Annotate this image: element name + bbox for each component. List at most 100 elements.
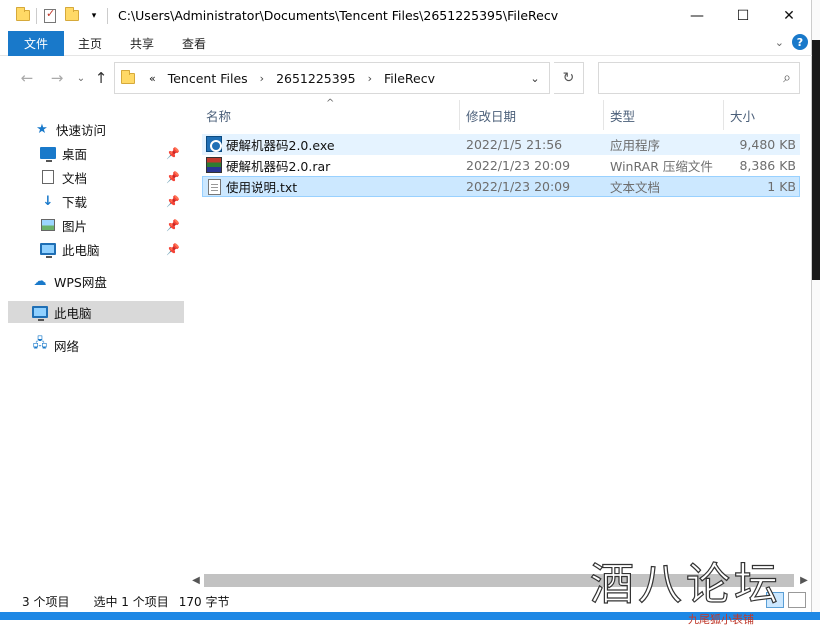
file-name: 使用说明.txt xyxy=(226,180,298,195)
navigation-bar: ← → ⌄ ↑ « Tencent Files › 2651225395 › F… xyxy=(0,62,812,94)
rar-icon xyxy=(206,157,222,173)
tab-home[interactable]: 主页 xyxy=(64,31,116,56)
nav-quick-access[interactable]: ★ 快速访问 xyxy=(34,118,184,140)
help-icon[interactable]: ? xyxy=(792,34,808,50)
column-header-size[interactable]: 大小 xyxy=(726,100,802,130)
customize-toolbar-chevron-icon[interactable]: ▾ xyxy=(83,5,105,27)
new-folder-icon[interactable] xyxy=(61,5,83,27)
file-row[interactable]: 硬解机器码2.0.exe 2022/1/5 21:56 应用程序 9,480 K… xyxy=(202,134,800,155)
pin-icon[interactable]: 📌 xyxy=(166,171,180,184)
file-date: 2022/1/23 20:09 xyxy=(466,179,571,194)
picture-icon xyxy=(40,218,56,232)
file-name: 硬解机器码2.0.exe xyxy=(226,138,335,153)
title-bar: ▾ C:\Users\Administrator\Documents\Tence… xyxy=(0,0,812,31)
file-date: 2022/1/23 20:09 xyxy=(466,158,571,173)
nav-item-label: 网络 xyxy=(54,338,80,354)
scroll-right-icon[interactable]: ▶ xyxy=(796,572,812,589)
recent-locations-chevron-icon[interactable]: ⌄ xyxy=(70,67,92,89)
file-type: 文本文档 xyxy=(610,180,661,195)
breadcrumb-overflow[interactable]: « xyxy=(149,72,156,85)
column-header-date[interactable]: 修改日期 xyxy=(462,100,604,130)
nav-item-label: 桌面 xyxy=(62,146,88,162)
file-size: 1 KB xyxy=(767,179,796,194)
back-arrow-icon[interactable]: ← xyxy=(16,67,38,89)
nav-wps-cloud[interactable]: ☁ WPS网盘 xyxy=(32,270,184,292)
refresh-icon[interactable]: ↻ xyxy=(554,62,584,94)
file-row-selected[interactable]: 使用说明.txt 2022/1/23 20:09 文本文档 1 KB xyxy=(202,176,800,197)
up-arrow-icon[interactable]: ↑ xyxy=(90,67,112,89)
tab-file[interactable]: 文件 xyxy=(8,30,64,56)
column-headers: ^ 名称 修改日期 类型 大小 xyxy=(202,98,802,130)
file-type: 应用程序 xyxy=(610,138,661,153)
column-header-type[interactable]: 类型 xyxy=(606,100,724,130)
network-icon: 🖧 xyxy=(32,336,48,351)
computer-icon xyxy=(40,242,56,258)
nav-downloads[interactable]: ↓ 下载 📌 xyxy=(40,190,184,212)
minimize-button[interactable]: — xyxy=(674,0,720,31)
computer-icon xyxy=(32,305,48,321)
window-title: C:\Users\Administrator\Documents\Tencent… xyxy=(118,8,559,23)
forward-arrow-icon[interactable]: → xyxy=(46,67,68,89)
download-icon: ↓ xyxy=(42,193,54,209)
breadcrumb-filerecv[interactable]: FileRecv xyxy=(384,71,435,86)
txt-icon xyxy=(208,179,221,195)
column-header-name[interactable]: 名称 xyxy=(202,100,460,130)
large-icons-view-icon[interactable] xyxy=(788,592,806,608)
file-type: WinRAR 压缩文件 xyxy=(610,159,713,174)
breadcrumb-account[interactable]: 2651225395 xyxy=(276,71,356,86)
file-size: 9,480 KB xyxy=(739,137,796,152)
breadcrumb-tencent-files[interactable]: Tencent Files xyxy=(168,71,248,86)
breadcrumb-separator-icon[interactable]: › xyxy=(260,72,264,85)
expand-ribbon-chevron-icon[interactable]: ⌄ xyxy=(775,36,784,49)
tab-share[interactable]: 共享 xyxy=(116,31,168,56)
nav-documents[interactable]: 文档 📌 xyxy=(40,166,184,188)
document-icon xyxy=(40,170,56,184)
ribbon-tabs: 文件 主页 共享 查看 ⌄ ? xyxy=(0,30,812,56)
nav-item-label: 此电脑 xyxy=(62,242,100,258)
divider xyxy=(107,7,108,24)
folder-icon xyxy=(12,5,34,27)
selected-count: 选中 1 个项目 xyxy=(93,594,169,609)
pin-icon[interactable]: 📌 xyxy=(166,147,180,160)
background-window-edge xyxy=(812,0,820,620)
maximize-button[interactable]: ☐ xyxy=(720,0,766,31)
divider xyxy=(36,7,37,24)
item-count: 3 个项目 xyxy=(22,594,70,609)
nav-desktop[interactable]: 桌面 📌 xyxy=(40,142,184,164)
breadcrumb-separator-icon[interactable]: › xyxy=(368,72,372,85)
pin-icon[interactable]: 📌 xyxy=(166,195,180,208)
tab-view[interactable]: 查看 xyxy=(168,31,220,56)
watermark: 酒八论坛 xyxy=(589,558,782,610)
nav-pictures[interactable]: 图片 📌 xyxy=(40,214,184,236)
pin-icon[interactable]: 📌 xyxy=(166,243,180,256)
properties-icon[interactable] xyxy=(39,5,61,27)
nav-item-label: 此电脑 xyxy=(54,305,92,321)
scroll-left-icon[interactable]: ◀ xyxy=(188,572,204,589)
nav-network[interactable]: 🖧 网络 xyxy=(32,334,184,356)
nav-item-label: 下载 xyxy=(62,194,88,210)
close-button[interactable]: ✕ xyxy=(766,0,812,31)
nav-this-pc-quick[interactable]: 此电脑 📌 xyxy=(40,238,184,260)
desktop-icon xyxy=(40,146,56,162)
nav-item-label: 图片 xyxy=(62,218,88,234)
background-text: 九尾狐小表铺 xyxy=(688,613,754,626)
file-list: ^ 名称 修改日期 类型 大小 硬解机器码2.0.exe 2022/1/5 21… xyxy=(202,98,802,570)
search-input[interactable]: ⌕ xyxy=(598,62,800,94)
address-dropdown-chevron-icon[interactable]: ⌄ xyxy=(521,63,549,93)
navigation-pane: ★ 快速访问 桌面 📌 文档 📌 ↓ 下载 📌 图片 📌 此电脑 📌 ☁ WPS… xyxy=(8,112,184,582)
file-row[interactable]: 硬解机器码2.0.rar 2022/1/23 20:09 WinRAR 压缩文件… xyxy=(202,155,800,176)
nav-item-label: 快速访问 xyxy=(56,122,107,138)
address-bar[interactable]: « Tencent Files › 2651225395 › FileRecv … xyxy=(114,62,550,94)
selected-size: 170 字节 xyxy=(178,594,230,609)
pin-icon[interactable]: 📌 xyxy=(166,219,180,232)
file-name: 硬解机器码2.0.rar xyxy=(226,159,331,174)
explorer-window: ▾ C:\Users\Administrator\Documents\Tence… xyxy=(0,0,812,612)
star-icon: ★ xyxy=(36,121,48,137)
folder-icon xyxy=(121,69,135,84)
cloud-icon: ☁ xyxy=(33,273,47,289)
file-size: 8,386 KB xyxy=(739,158,796,173)
nav-this-pc[interactable]: 此电脑 xyxy=(8,301,184,323)
search-icon: ⌕ xyxy=(783,70,791,86)
nav-item-label: 文档 xyxy=(62,170,88,186)
exe-icon xyxy=(206,136,222,152)
